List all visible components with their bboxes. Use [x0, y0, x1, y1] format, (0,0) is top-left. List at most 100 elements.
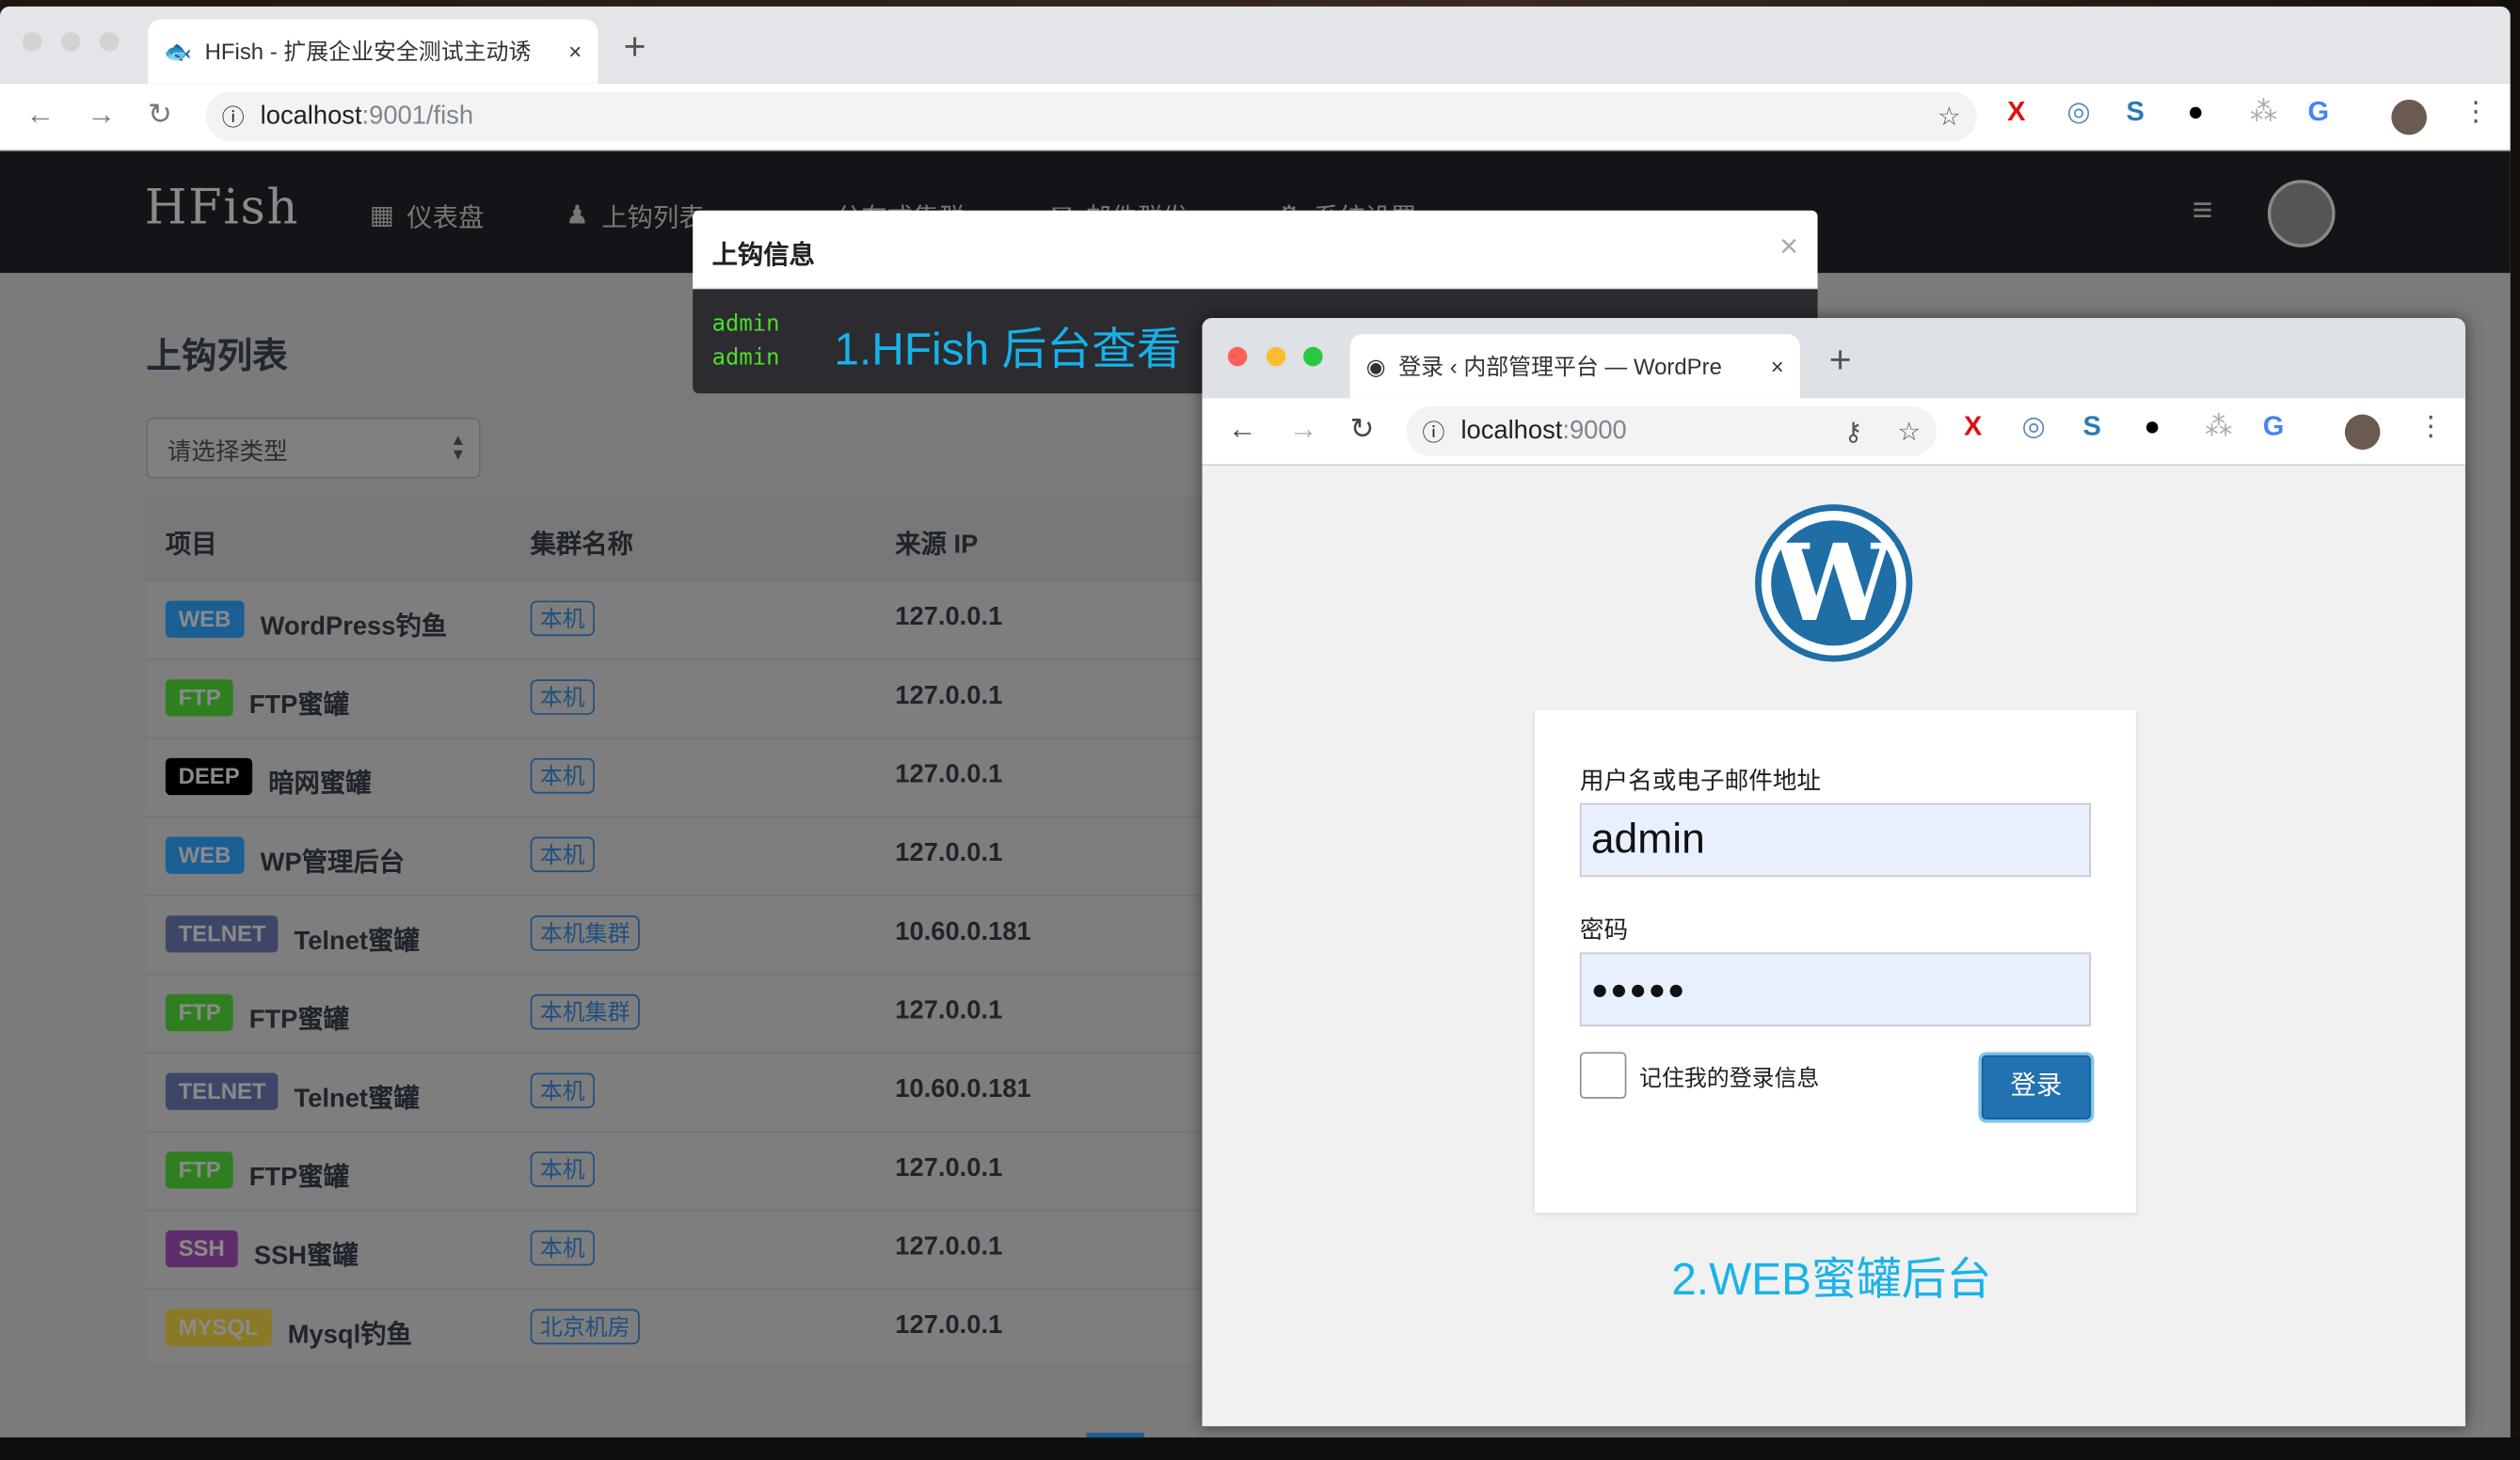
table-row[interactable]: TELNET Telnet蜜罐 本机 10.60.0.181: [146, 1052, 1271, 1131]
sitemap-extension-icon[interactable]: ⁂: [2205, 411, 2232, 443]
password-input[interactable]: ●●●●●: [1579, 952, 2091, 1027]
type-badge: DEEP: [165, 757, 253, 796]
cluster-tag: 本机: [530, 1230, 595, 1266]
close-window-button[interactable]: [1227, 346, 1248, 367]
password-label: 密码: [1579, 916, 1629, 944]
captured-password: admin: [711, 345, 780, 372]
table-row[interactable]: WEB WordPress钓鱼 本机 127.0.0.1: [146, 579, 1271, 659]
translate-extension-icon[interactable]: G: [2308, 96, 2330, 128]
table-row[interactable]: FTP FTP蜜罐 本机 127.0.0.1: [146, 659, 1271, 738]
profile-avatar[interactable]: [2344, 414, 2381, 451]
modal-close-icon[interactable]: ×: [1779, 230, 1798, 266]
table-row[interactable]: DEEP 暗网蜜罐 本机 127.0.0.1: [146, 737, 1271, 817]
tab-bar: ◉ 登录 ‹ 内部管理平台 — WordPre × +: [1202, 318, 2465, 399]
remember-me-label[interactable]: 记住我的登录信息: [1639, 1062, 1819, 1094]
table-row[interactable]: FTP FTP蜜罐 本机集群 127.0.0.1: [146, 973, 1271, 1053]
type-badge: FTP: [165, 993, 234, 1032]
hamburger-menu-icon[interactable]: ≡: [2193, 189, 2213, 230]
tab-close-icon[interactable]: ×: [1771, 354, 1784, 379]
desktop-bottom-strip: [0, 1437, 2520, 1460]
project-name: FTP蜜罐: [248, 1164, 350, 1192]
select-placeholder: 请选择类型: [167, 438, 288, 467]
back-icon[interactable]: ←: [25, 98, 55, 132]
sitemap-extension-icon[interactable]: ⁂: [2250, 96, 2277, 128]
captured-username: admin: [711, 311, 780, 338]
type-select[interactable]: 请选择类型 ▲ ▼: [146, 417, 481, 479]
tab-close-icon[interactable]: ×: [568, 39, 582, 64]
bookmark-star-icon[interactable]: ☆: [1938, 101, 1960, 133]
source-ip: 10.60.0.181: [895, 1075, 1031, 1103]
address-bar[interactable]: ⓘ localhost:9000 ⚷ ☆: [1406, 405, 1938, 456]
cluster-tag: 本机: [530, 600, 595, 637]
s-extension-icon[interactable]: S: [2082, 411, 2100, 443]
forward-icon[interactable]: →: [87, 98, 116, 132]
modal-header: 上钩信息 ×: [693, 210, 1818, 290]
info-icon: ⓘ: [1422, 418, 1445, 445]
wordpress-logo[interactable]: W: [1755, 504, 1913, 662]
cluster-tag: 本机: [530, 1072, 595, 1109]
profile-avatar[interactable]: [2391, 99, 2427, 135]
table-row[interactable]: MYSQL Mysql钓鱼 北京机房 127.0.0.1: [146, 1288, 1271, 1367]
reload-icon[interactable]: ↻: [1350, 413, 1375, 447]
project-name: WordPress钓鱼: [260, 613, 448, 642]
tab-wordpress-login[interactable]: ◉ 登录 ‹ 内部管理平台 — WordPre ×: [1349, 334, 1800, 399]
menu-kebab-icon[interactable]: ⋮: [2463, 96, 2490, 128]
url-path: :9001/fish: [361, 102, 474, 130]
maximize-window-button[interactable]: [1303, 346, 1323, 367]
s-extension-icon[interactable]: S: [2127, 96, 2145, 128]
wordpress-w-mark: W: [1771, 520, 1897, 646]
reload-icon[interactable]: ↻: [148, 98, 172, 132]
info-icon: ⓘ: [221, 103, 245, 130]
forward-icon[interactable]: →: [1289, 413, 1318, 447]
spy-icon: ♟: [566, 202, 589, 230]
nav-fish-list[interactable]: ♟ 上钩列表: [566, 196, 704, 234]
hfish-logo[interactable]: HFish: [145, 180, 299, 236]
menu-kebab-icon[interactable]: ⋮: [2417, 411, 2445, 443]
back-icon[interactable]: ←: [1228, 413, 1257, 447]
table-row[interactable]: WEB WP管理后台 本机 127.0.0.1: [146, 816, 1271, 895]
type-badge: FTP: [165, 679, 234, 717]
type-badge: TELNET: [165, 1072, 279, 1110]
type-badge: WEB: [165, 600, 245, 638]
page-title: 上钩列表: [146, 335, 288, 376]
cluster-tag: 本机集群: [530, 915, 640, 951]
minimize-window-button[interactable]: [1266, 346, 1286, 367]
table-row[interactable]: TELNET Telnet蜜罐 本机集群 10.60.0.181: [146, 895, 1271, 974]
type-badge: MYSQL: [165, 1309, 272, 1346]
x-extension-icon[interactable]: X: [1964, 411, 1982, 443]
fish-table: 项目 集群名称 来源 IP WEB WordPress钓鱼 本机 127.0.0.1 F…: [146, 496, 1271, 1367]
tab-hfish[interactable]: 🐟 HFish - 扩展企业安全测试主动诱 ×: [148, 19, 598, 84]
browser-toolbar: ← → ↻ ⓘ localhost:9001/fish ☆ X ◎ S ● ⁂ …: [0, 83, 2511, 151]
project-name: FTP蜜罐: [248, 691, 350, 720]
minimize-window-button[interactable]: [60, 32, 81, 52]
table-row[interactable]: FTP FTP蜜罐 本机 127.0.0.1: [146, 1131, 1271, 1210]
user-avatar[interactable]: [2267, 180, 2336, 247]
browser-toolbar: ← → ↻ ⓘ localhost:9000 ⚷ ☆ X ◎ S ● ⁂ G ⋮: [1202, 398, 2465, 467]
maximize-window-button[interactable]: [99, 32, 120, 52]
translate-extension-icon[interactable]: G: [2263, 411, 2285, 443]
table-row[interactable]: SSH SSH蜜罐 本机 127.0.0.1: [146, 1209, 1271, 1289]
afro-extension-icon[interactable]: ●: [2187, 96, 2204, 128]
project-name: Telnet蜜罐: [294, 928, 420, 956]
new-tab-button[interactable]: +: [1829, 339, 1852, 384]
source-ip: 127.0.0.1: [895, 1233, 1003, 1262]
x-extension-icon[interactable]: X: [2007, 96, 2025, 128]
ring-extension-icon[interactable]: ◎: [2066, 96, 2090, 128]
remember-me-checkbox[interactable]: [1579, 1052, 1627, 1099]
login-button[interactable]: 登录: [1981, 1055, 2091, 1120]
cluster-tag: 本机: [530, 836, 595, 873]
annotation-web-honeypot: 2.WEB蜜罐后台: [1671, 1254, 1992, 1305]
project-name: SSH蜜罐: [253, 1243, 359, 1271]
afro-extension-icon[interactable]: ●: [2144, 411, 2161, 443]
url-host: localhost: [260, 102, 362, 130]
cluster-tag: 北京机房: [530, 1309, 640, 1345]
key-icon[interactable]: ⚷: [1843, 415, 1862, 447]
bookmark-star-icon[interactable]: ☆: [1897, 415, 1920, 447]
address-bar[interactable]: ⓘ localhost:9001/fish ☆: [205, 91, 1977, 142]
ring-extension-icon[interactable]: ◎: [2022, 411, 2046, 443]
fish-icon: 🐟: [164, 38, 192, 64]
username-input[interactable]: admin: [1579, 802, 2091, 878]
nav-dashboard[interactable]: ▦ 仪表盘: [370, 196, 485, 234]
new-tab-button[interactable]: +: [624, 25, 646, 71]
close-window-button[interactable]: [22, 32, 42, 52]
